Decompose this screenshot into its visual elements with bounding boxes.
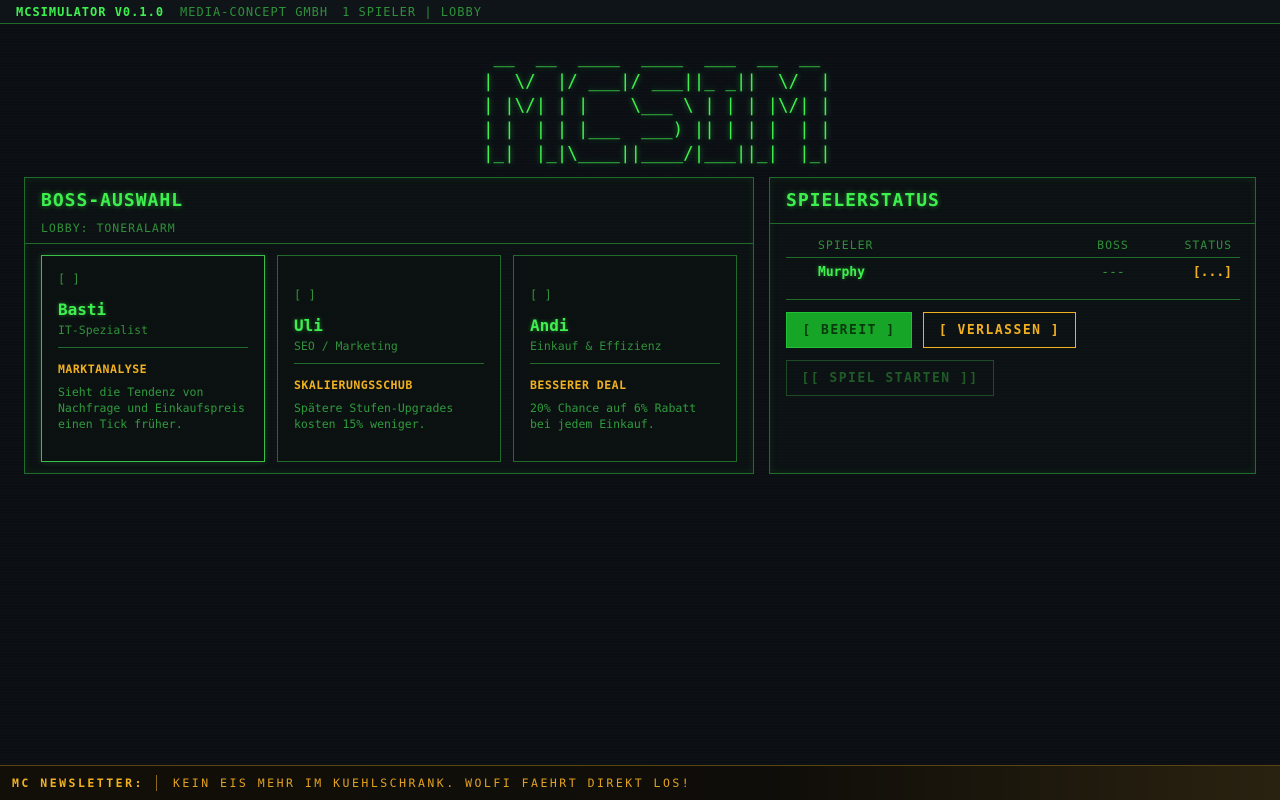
status-panel-header: SPIELERSTATUS — [770, 178, 1255, 224]
status-panel-title: SPIELERSTATUS — [786, 190, 940, 211]
boss-name: Basti — [58, 300, 107, 319]
boss-panel-header: BOSS-AUSWAHL LOBBY: TONERALARM — [25, 178, 753, 244]
table-header: SPIELER BOSS STATUS — [786, 238, 1240, 258]
boss-card-uli[interactable]: [ ] Uli SEO / Marketing SKALIERUNGSSCHUB… — [277, 255, 501, 462]
boss-role: IT-Spezialist — [58, 323, 248, 348]
ascii-logo: __ __ ____ ____ ___ __ __ | \/ |/ ___|/ … — [483, 48, 831, 164]
lobby-name: LOBBY: TONERALARM — [41, 221, 176, 235]
leave-button[interactable]: [ VERLASSEN ] — [923, 312, 1076, 348]
player-status-panel: SPIELERSTATUS SPIELER BOSS STATUS Murphy… — [769, 177, 1256, 474]
boss-skill-description: Sieht die Tendenz von Nachfrage und Eink… — [58, 385, 245, 431]
column-header-player: SPIELER — [818, 238, 874, 252]
boss-skill: MARKTANALYSE — [58, 362, 148, 376]
boss-role: Einkauf & Effizienz — [530, 339, 720, 364]
boss-skill-description: 20% Chance auf 6% Rabatt bei jedem Einka… — [530, 401, 697, 431]
player-name: Murphy — [818, 265, 865, 280]
boss-checkbox: [ ] — [530, 288, 552, 302]
ticker-text: KEIN EIS MEHR IM KUEHLSCHRANK. WOLFI FAE… — [172, 776, 692, 790]
boss-skill: SKALIERUNGSSCHUB — [294, 378, 413, 392]
boss-name: Andi — [530, 316, 569, 335]
boss-panel-title: BOSS-AUSWAHL — [41, 190, 184, 211]
player-status-table: SPIELER BOSS STATUS Murphy --- [...] — [786, 238, 1240, 300]
boss-skill-description: Spätere Stufen-Upgrades kosten 15% wenig… — [294, 401, 454, 431]
company-name: MEDIA-CONCEPT GMBH — [180, 4, 329, 19]
boss-role: SEO / Marketing — [294, 339, 484, 364]
boss-name: Uli — [294, 316, 323, 335]
newsletter-ticker: MC NEWSLETTER: KEIN EIS MEHR IM KUEHLSCH… — [0, 765, 1280, 800]
boss-card-list: [ ] Basti IT-Spezialist MARKTANALYSE Sie… — [41, 255, 737, 462]
lobby-info: 1 SPIELER | LOBBY — [342, 4, 482, 19]
boss-card-basti[interactable]: [ ] Basti IT-Spezialist MARKTANALYSE Sie… — [41, 255, 265, 462]
player-boss: --- — [1101, 265, 1125, 280]
player-status: [...] — [1192, 265, 1232, 280]
column-header-status: STATUS — [1184, 238, 1232, 252]
start-game-button[interactable]: [[ SPIEL STARTEN ]] — [786, 360, 994, 396]
boss-selection-panel: BOSS-AUSWAHL LOBBY: TONERALARM [ ] Basti… — [24, 177, 754, 474]
column-header-boss: BOSS — [1097, 238, 1129, 252]
top-bar: MCSIMULATOR V0.1.0 MEDIA-CONCEPT GMBH 1 … — [0, 0, 1280, 24]
app-title: MCSIMULATOR V0.1.0 — [16, 4, 165, 19]
boss-checkbox: [ ] — [58, 272, 80, 286]
boss-skill: BESSERER DEAL — [530, 378, 627, 392]
boss-checkbox: [ ] — [294, 288, 316, 302]
table-row: Murphy --- [...] — [786, 258, 1240, 300]
ticker-label: MC NEWSLETTER: — [12, 776, 144, 790]
boss-card-andi[interactable]: [ ] Andi Einkauf & Effizienz BESSERER DE… — [513, 255, 737, 462]
ready-button[interactable]: [ BEREIT ] — [786, 312, 912, 348]
